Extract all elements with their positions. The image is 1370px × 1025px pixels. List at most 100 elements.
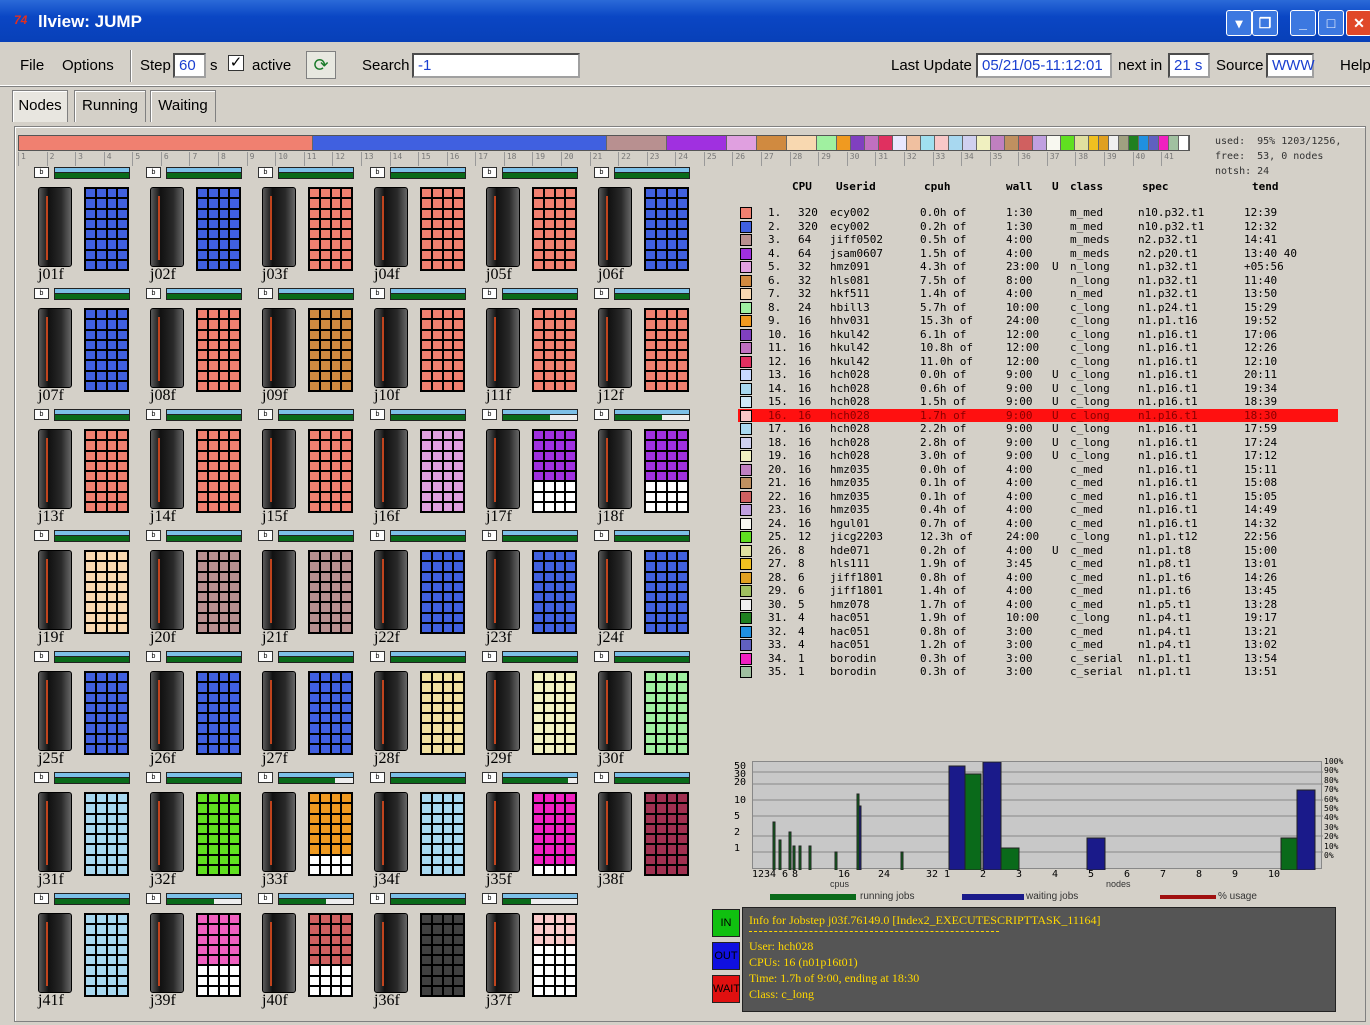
node-j15f[interactable]: b j15f (258, 409, 363, 529)
node-j33f[interactable]: b j33f (258, 772, 363, 892)
node-j10f[interactable]: b j10f (370, 288, 475, 408)
table-row[interactable]: 18. 16 hch028 2.8h of 9:00 Uc_long n1.p16.t1 17… (738, 436, 1338, 450)
table-row[interactable]: 23. 16 hmz035 0.4h of 4:00 c_med n1.p16.t1 14:4… (738, 503, 1338, 517)
in-indicator[interactable]: IN (712, 909, 740, 937)
active-checkbox[interactable]: ✓ (228, 55, 244, 71)
table-row[interactable]: 10. 16 hkul42 6.1h of 12:00 c_long n1.p16.t1 17… (738, 328, 1338, 342)
node-j41f[interactable]: b j41f (34, 893, 139, 1013)
table-row[interactable]: 33. 4 hac051 1.2h of 3:00 c_med n1.p4.t1 13:02 (738, 638, 1338, 652)
table-row[interactable]: 4. 64 jsam0607 1.5h of 4:00 m_meds n2.p20.t1 13… (738, 247, 1338, 261)
table-row[interactable]: 6. 32 hls081 7.5h of 8:00 n_long n1.p32.t1 11:4… (738, 274, 1338, 288)
table-row[interactable]: 12. 16 hkul42 11.0h of 12:00 c_long n1.p16.t1 1… (738, 355, 1338, 369)
node-j31f[interactable]: b j31f (34, 772, 139, 892)
table-row[interactable]: 32. 4 hac051 0.8h of 3:00 c_med n1.p4.t1 13:21 (738, 625, 1338, 639)
node-j23f[interactable]: b j23f (482, 530, 587, 650)
node-j07f[interactable]: b j07f (34, 288, 139, 408)
table-row[interactable]: 8. 24 hbill3 5.7h of 10:00 c_long n1.p24.t1 15:… (738, 301, 1338, 315)
menu-options[interactable]: Options (62, 57, 114, 74)
node-j12f[interactable]: b j12f (594, 288, 699, 408)
table-row[interactable]: 9. 16 hhv031 15.3h of 24:00 c_long n1.p1.t16 19… (738, 314, 1338, 328)
node-j13f[interactable]: b j13f (34, 409, 139, 529)
node-j29f[interactable]: b j29f (482, 651, 587, 771)
table-row[interactable]: 24. 16 hgul01 0.7h of 4:00 c_med n1.p16.t1 14:3… (738, 517, 1338, 531)
table-row[interactable]: 27. 8 hls111 1.9h of 3:45 c_med n1.p8.t1 13:01 (738, 557, 1338, 571)
table-row[interactable]: 17. 16 hch028 2.2h of 9:00 Uc_long n1.p16.t1 17… (738, 422, 1338, 436)
node-j04f[interactable]: b j04f (370, 167, 475, 287)
table-row[interactable]: 14. 16 hch028 0.6h of 9:00 Uc_long n1.p16.t1 19… (738, 382, 1338, 396)
table-row[interactable]: 35. 1 borodin 0.3h of 3:00 c_serial n1.p1.t1 13… (738, 665, 1338, 679)
maximize-icon[interactable]: □ (1318, 10, 1344, 36)
node-j20f[interactable]: b j20f (146, 530, 251, 650)
node-j37f[interactable]: b j37f (482, 893, 587, 1013)
node-j19f[interactable]: b j19f (34, 530, 139, 650)
node-j36f[interactable]: b j36f (370, 893, 475, 1013)
table-row[interactable]: 20. 16 hmz035 0.0h of 4:00 c_med n1.p16.t1 15:1… (738, 463, 1338, 477)
cpu-cell (106, 692, 118, 703)
table-row[interactable]: 30. 5 hmz078 1.7h of 4:00 c_med n1.p5.t1 13:28 (738, 598, 1338, 612)
node-j27f[interactable]: b j27f (258, 651, 363, 771)
source-input[interactable]: WWW (1266, 53, 1314, 78)
node-j02f[interactable]: b j02f (146, 167, 251, 287)
table-row[interactable]: 5. 32 hmz091 4.3h of 23:00 Un_long n1.p32.t1 +0… (738, 260, 1338, 274)
menu-help[interactable]: Help (1340, 57, 1370, 74)
table-row[interactable]: 21. 16 hmz035 0.1h of 4:00 c_med n1.p16.t1 15:0… (738, 476, 1338, 490)
cpu-cell (431, 602, 443, 613)
node-j35f[interactable]: b j35f (482, 772, 587, 892)
table-row[interactable]: 16. 16 hch028 1.7h of 9:00 Uc_long n1.p16.t1 18… (738, 408, 1338, 422)
node-j28f[interactable]: b j28f (370, 651, 475, 771)
node-j06f[interactable]: b j06f (594, 167, 699, 287)
node-j05f[interactable]: b j05f (482, 167, 587, 287)
node-j11f[interactable]: b j11f (482, 288, 587, 408)
node-j08f[interactable]: b j08f (146, 288, 251, 408)
node-j32f[interactable]: b j32f (146, 772, 251, 892)
table-row[interactable]: 22. 16 hmz035 0.1h of 4:00 c_med n1.p16.t1 15:0… (738, 490, 1338, 504)
table-row[interactable]: 7. 32 hkf511 1.4h of 4:00 n_med n1.p32.t1 13:50 (738, 287, 1338, 301)
table-row[interactable]: 1. 320 ecy002 0.0h of 1:30 m_med n10.p32.t1 12:… (738, 206, 1338, 220)
table-row[interactable]: 11. 16 hkul42 10.8h of 12:00 c_long n1.p16.t1 1… (738, 341, 1338, 355)
table-row[interactable]: 15. 16 hch028 1.5h of 9:00 Uc_long n1.p16.t1 18… (738, 395, 1338, 409)
out-indicator[interactable]: OUT (712, 942, 740, 970)
table-row[interactable]: 31. 4 hac051 1.9h of 10:00 c_long n1.p4.t1 19:1… (738, 611, 1338, 625)
table-row[interactable]: 34. 1 borodin 0.3h of 3:00 c_serial n1.p1.t1 13… (738, 652, 1338, 666)
node-j14f[interactable]: b j14f (146, 409, 251, 529)
table-row[interactable]: 19. 16 hch028 3.0h of 9:00 Uc_long n1.p16.t1 17… (738, 449, 1338, 463)
menu-icon[interactable]: ▾ (1226, 10, 1252, 36)
table-row[interactable]: 26. 8 hde071 0.2h of 4:00 Uc_med n1.p1.t8 15:00 (738, 544, 1338, 558)
node-j25f[interactable]: b j25f (34, 651, 139, 771)
node-j17f[interactable]: b j17f (482, 409, 587, 529)
menu-file[interactable]: File (20, 57, 44, 74)
table-row[interactable]: 29. 6 jiff1801 1.4h of 4:00 c_med n1.p1.t6 13:4… (738, 584, 1338, 598)
cpu-cell (533, 571, 544, 582)
node-j34f[interactable]: b j34f (370, 772, 475, 892)
restore-icon[interactable]: ❐ (1252, 10, 1278, 36)
cpu-cell (106, 813, 118, 824)
node-j39f[interactable]: b j39f (146, 893, 251, 1013)
minimize-icon[interactable]: _ (1290, 10, 1316, 36)
tab-running[interactable]: Running (74, 90, 146, 122)
wait-indicator[interactable]: WAIT (712, 975, 740, 1003)
refresh-icon[interactable]: ⟳ (306, 51, 336, 79)
cpu-cell (554, 450, 566, 461)
node-j40f[interactable]: b j40f (258, 893, 363, 1013)
table-row[interactable]: 28. 6 jiff1801 0.8h of 4:00 c_med n1.p1.t6 14:2… (738, 571, 1338, 585)
table-row[interactable]: 3. 64 jiff0502 0.5h of 4:00 m_meds n2.p32.t1 14… (738, 233, 1338, 247)
step-input[interactable]: 60 (173, 53, 206, 78)
table-row[interactable]: 2. 320 ecy002 0.2h of 1:30 m_med n10.p32.t1 12:… (738, 220, 1338, 234)
node-j26f[interactable]: b j26f (146, 651, 251, 771)
node-j03f[interactable]: b j03f (258, 167, 363, 287)
node-j24f[interactable]: b j24f (594, 530, 699, 650)
table-row[interactable]: 13. 16 hch028 0.0h of 9:00 Uc_long n1.p16.t1 20… (738, 368, 1338, 382)
node-j01f[interactable]: b j01f (34, 167, 139, 287)
node-j38f[interactable]: b j38f (594, 772, 699, 892)
node-j16f[interactable]: b j16f (370, 409, 475, 529)
tab-nodes[interactable]: Nodes (12, 90, 68, 122)
tab-waiting[interactable]: Waiting (150, 90, 216, 122)
node-j18f[interactable]: b j18f (594, 409, 699, 529)
table-row[interactable]: 25. 12 jicg2203 12.3h of 24:00 c_long n1.p1.t1… (738, 530, 1338, 544)
close-icon[interactable]: ✕ (1346, 10, 1370, 36)
node-j21f[interactable]: b j21f (258, 530, 363, 650)
node-j22f[interactable]: b j22f (370, 530, 475, 650)
search-input[interactable]: -1 (412, 53, 580, 78)
node-j30f[interactable]: b j30f (594, 651, 699, 771)
node-j09f[interactable]: b j09f (258, 288, 363, 408)
